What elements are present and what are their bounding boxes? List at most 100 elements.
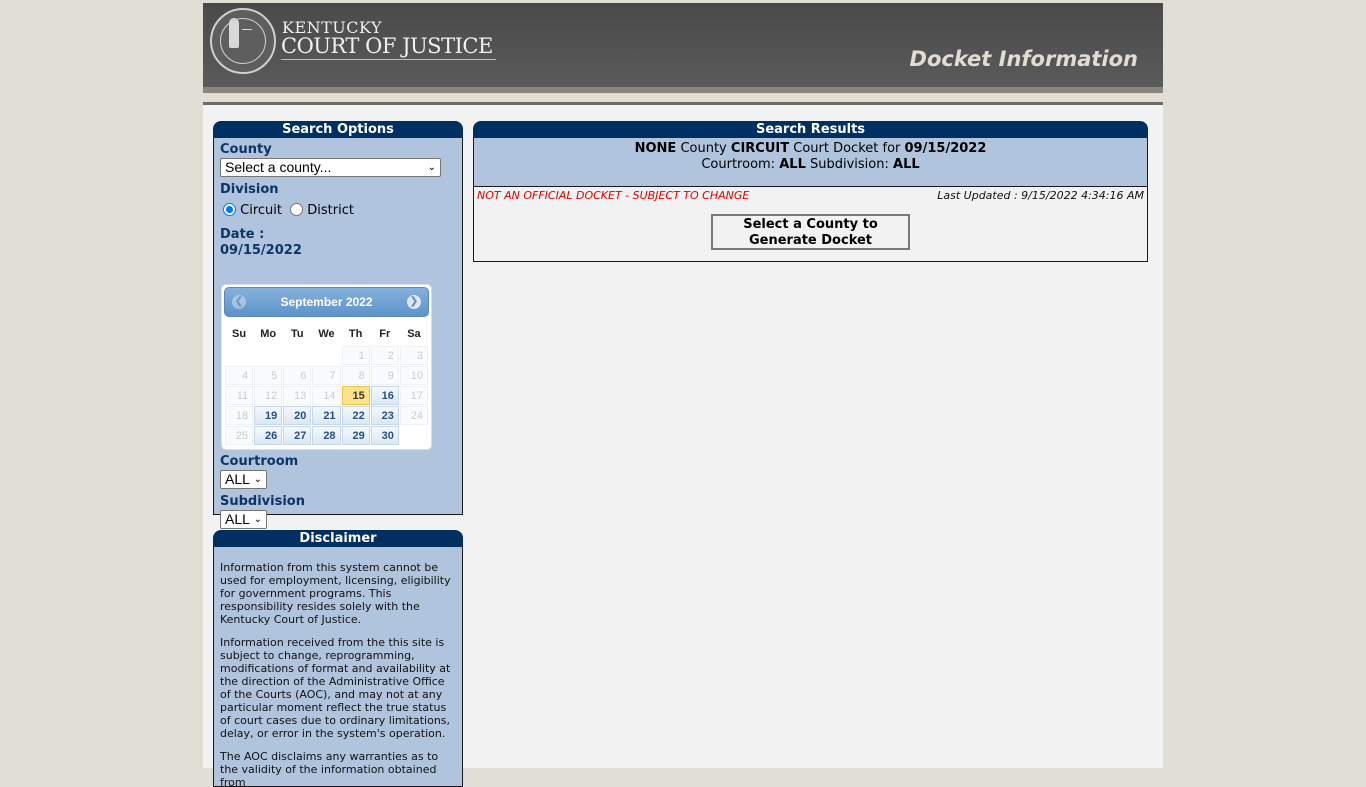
date-label: Date : xyxy=(220,227,265,242)
date-value: 09/15/2022 xyxy=(220,243,302,258)
calendar-day-disabled: 11 xyxy=(225,386,254,405)
page-title: Docket Information xyxy=(909,47,1138,71)
subdivision-field: Subdivision ALL ⌄ xyxy=(220,494,305,529)
calendar-day[interactable]: 29 xyxy=(341,426,370,445)
calendar-empty-cell xyxy=(400,426,428,445)
county-select-value: Select a county... xyxy=(225,159,332,175)
calendar-empty-cell xyxy=(254,346,282,365)
docket-summary: NONE County CIRCUIT Court Docket for 09/… xyxy=(473,138,1148,187)
courtroom-select-value: ALL xyxy=(225,471,250,487)
calendar-day-disabled: 3 xyxy=(399,346,428,365)
calendar-day-disabled: 24 xyxy=(399,406,428,425)
disclaimer-body: Information from this system cannot be u… xyxy=(213,547,463,787)
calendar-weekday-header: Sa xyxy=(407,327,421,340)
division-circuit-label[interactable]: Circuit xyxy=(240,203,282,218)
calendar-days: 1 2 3 4 5 6 7 8 9 10 11 12 13 14 15 16 17 18 19 20 21 22 23 24 2… xyxy=(225,346,428,445)
generate-button-line1: Select a County to xyxy=(743,217,878,232)
division-district-radio[interactable] xyxy=(290,203,304,216)
calendar-week-row: 123 xyxy=(225,346,428,365)
courtroom-field: Courtroom ALL ⌄ xyxy=(220,454,298,489)
subdivision-label: Subdivision xyxy=(220,494,305,509)
date-picker-calendar: ❮ September 2022 ❯ Su Mo Tu We Th Fr Sa 123456… xyxy=(221,284,432,450)
court-seal-logo[interactable] xyxy=(210,8,276,74)
division-label: Division xyxy=(220,182,279,197)
calendar-day-disabled: 10 xyxy=(399,366,428,385)
calendar-header: ❮ September 2022 ❯ xyxy=(224,287,429,317)
subdivision-select[interactable]: ALL ⌄ xyxy=(220,510,267,529)
summary-county-suffix: County xyxy=(680,141,727,156)
search-options-panel: Search Options County Select a county...… xyxy=(213,121,463,529)
calendar-day[interactable]: 22 xyxy=(341,406,370,425)
calendar-weekday-header: Su xyxy=(232,327,247,340)
header-divider xyxy=(203,93,1163,102)
search-results-panel: Search Results NONE County CIRCUIT Court… xyxy=(473,121,1148,262)
page-container: KENTUCKY COURT OF JUSTICE Docket Informa… xyxy=(203,3,1163,787)
division-district-label[interactable]: District xyxy=(307,203,354,218)
summary-courtroom-label: Courtroom: xyxy=(701,157,776,172)
county-label: County xyxy=(220,142,272,157)
calendar-weekday-header: Fr xyxy=(379,327,391,340)
calendar-day-disabled: 8 xyxy=(341,366,370,385)
chevron-down-icon: ⌄ xyxy=(253,514,262,525)
search-options-title: Search Options xyxy=(213,121,463,138)
calendar-day[interactable]: 30 xyxy=(370,426,399,445)
lady-justice-figure xyxy=(229,18,239,48)
summary-division: CIRCUIT xyxy=(730,141,790,156)
calendar-weekday-header: Mo xyxy=(260,327,277,340)
site-header: KENTUCKY COURT OF JUSTICE Docket Informa… xyxy=(203,3,1163,87)
calendar-day[interactable]: 21 xyxy=(312,406,341,425)
courtroom-label: Courtroom xyxy=(220,454,299,469)
calendar-week-row: 4 5 6 7 8 9 10 xyxy=(225,366,428,385)
docket-summary-line1: NONE County CIRCUIT Court Docket for 09/… xyxy=(474,141,1147,157)
summary-county: NONE xyxy=(634,141,677,156)
generate-button-line2: Generate Docket xyxy=(748,233,873,248)
calendar-weekday-header: Tu xyxy=(291,327,304,340)
calendar-empty-cell xyxy=(312,346,340,365)
disclaimer-paragraph: The AOC disclaims any warranties as to t… xyxy=(220,750,439,787)
disclaimer-panel: Disclaimer Information from this system … xyxy=(213,530,463,787)
calendar-day[interactable]: 20 xyxy=(283,406,312,425)
calendar-day-disabled: 6 xyxy=(283,366,312,385)
calendar-weekday-header: Th xyxy=(348,327,363,340)
calendar-day[interactable]: 23 xyxy=(370,406,399,425)
calendar-day-disabled: 14 xyxy=(312,386,341,405)
calendar-day[interactable]: 27 xyxy=(283,426,312,445)
summary-docket-for: Court Docket for xyxy=(793,141,901,156)
circle-arrow-left-icon[interactable]: ❮ xyxy=(232,295,246,309)
calendar-week-row: 18 19 20 21 22 23 24 xyxy=(225,406,428,425)
calendar-day-disabled: 5 xyxy=(254,366,283,385)
division-circuit-radio[interactable] xyxy=(223,203,236,216)
disclaimer-title: Disclaimer xyxy=(213,530,463,547)
calendar-day-disabled: 2 xyxy=(370,346,399,365)
header-divider xyxy=(203,102,1163,105)
calendar-day-selected[interactable]: 15 xyxy=(341,386,370,405)
calendar-day[interactable]: 28 xyxy=(312,426,341,445)
calendar-weekday-header: We xyxy=(318,327,335,340)
calendar-day[interactable]: 19 xyxy=(254,406,283,425)
docket-summary-line2: Courtroom: ALL Subdivision: ALL xyxy=(474,157,1147,173)
summary-subdivision: ALL xyxy=(893,157,920,172)
unofficial-docket-notice: NOT AN OFFICIAL DOCKET - SUBJECT TO CHAN… xyxy=(477,189,750,202)
scales-icon xyxy=(242,24,252,30)
calendar-day[interactable]: 26 xyxy=(254,426,283,445)
search-results-body: NOT AN OFFICIAL DOCKET - SUBJECT TO CHAN… xyxy=(473,187,1148,262)
last-updated-timestamp: Last Updated : 9/15/2022 4:34:16 AM xyxy=(937,189,1144,202)
generate-docket-button[interactable]: Select a County to Generate Docket xyxy=(711,214,910,250)
calendar-empty-cell xyxy=(225,346,253,365)
search-options-body: County Select a county... ⌄ Division Cir… xyxy=(213,138,463,529)
calendar-day-disabled: 18 xyxy=(225,406,254,425)
calendar-weekday-row: Su Mo Tu We Th Fr Sa xyxy=(225,322,428,345)
calendar-day-disabled: 25 xyxy=(225,426,254,445)
division-radio-group: Circuit District xyxy=(223,203,456,221)
calendar-grid: Su Mo Tu We Th Fr Sa 1 2 3 4 5 6 7 8 9 10 11 12 13 14 15 16 17… xyxy=(224,321,429,446)
calendar-day-disabled: 9 xyxy=(370,366,399,385)
brand-court-of-justice[interactable]: COURT OF JUSTICE xyxy=(281,34,496,60)
courtroom-select[interactable]: ALL ⌄ xyxy=(220,470,267,489)
search-results-title: Search Results xyxy=(473,121,1148,138)
county-select[interactable]: Select a county... ⌄ xyxy=(220,158,441,177)
disclaimer-paragraph: Information received from the this site … xyxy=(220,636,451,740)
summary-courtroom: ALL xyxy=(779,157,806,172)
calendar-day[interactable]: 16 xyxy=(370,386,399,405)
summary-date: 09/15/2022 xyxy=(904,141,987,156)
circle-arrow-right-icon[interactable]: ❯ xyxy=(407,295,421,309)
